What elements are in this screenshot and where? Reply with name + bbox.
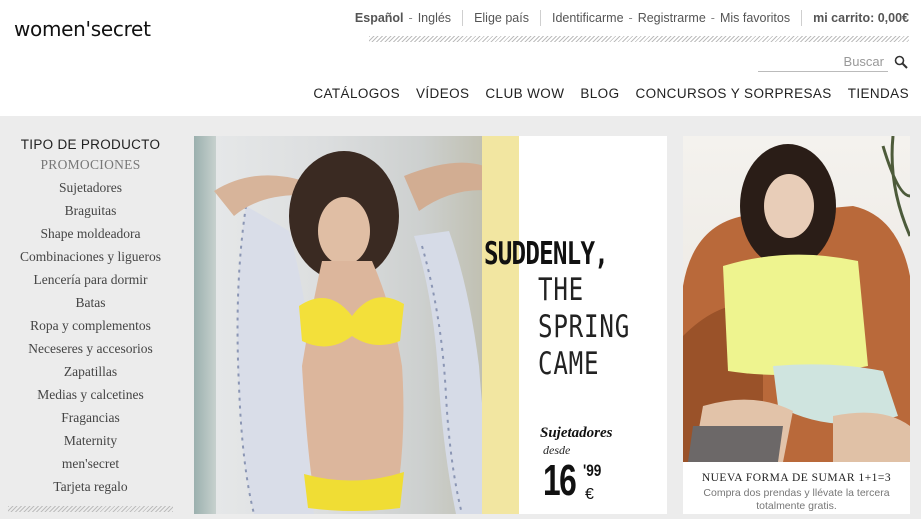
sidebar-item-combinaciones[interactable]: Combinaciones y ligueros [8,245,173,268]
hero-model-photo [194,136,519,514]
sidebar-item-maternity[interactable]: Maternity [8,429,173,452]
sidebar-item-braguitas[interactable]: Braguitas [8,199,173,222]
sidebar-list: PROMOCIONES Sujetadores Braguitas Shape … [8,153,173,498]
lang-other-link[interactable]: Inglés [418,11,451,25]
hero-headline-line4: CAME [538,346,600,382]
sidebar-item-sujetadores[interactable]: Sujetadores [8,176,173,199]
cart-link[interactable]: mi carrito: 0,00€ [813,11,909,25]
dash-separator: - [628,11,633,25]
product-type-sidebar: TIPO DE PRODUCTO PROMOCIONES Sujetadores… [8,136,173,498]
nav-item-blog[interactable]: BLOG [580,86,619,101]
hero-price-currency: € [585,486,594,503]
divider [462,10,464,26]
promo-caption: NUEVA FORMA DE SUMAR 1+1=3 Compra dos pr… [683,462,910,514]
sidebar-item-ropa[interactable]: Ropa y complementos [8,314,173,337]
sidebar-item-fragancias[interactable]: Fragancias [8,406,173,429]
utility-bar: Español - Inglés Elige país Identificarm… [355,10,909,26]
site-header: women'secret Español - Inglés Elige país… [0,0,921,116]
nav-item-concursos[interactable]: CONCURSOS Y SORPRESAS [635,86,831,101]
nav-item-club-wow[interactable]: CLUB WOW [485,86,564,101]
promo-model-photo [683,136,910,462]
dash-separator: - [408,11,413,25]
sidebar-title: TIPO DE PRODUCTO [20,137,161,152]
accent-stripe [482,136,519,514]
sidebar-item-shape[interactable]: Shape moldeadora [8,222,173,245]
search-icon[interactable] [894,55,908,69]
hero-headline-line2: THE [538,272,585,308]
main-navigation: CATÁLOGOS VÍDEOS CLUB WOW BLOG CONCURSOS… [297,86,909,101]
decorative-hatch-line [8,506,173,512]
sidebar-item-neceseres[interactable]: Neceseres y accesorios [8,337,173,360]
language-switcher: Español - Inglés [355,11,451,25]
sidebar-item-mensecret[interactable]: men'secret [8,452,173,475]
nav-item-tiendas[interactable]: TIENDAS [848,86,909,101]
promo-card[interactable]: NUEVA FORMA DE SUMAR 1+1=3 Compra dos pr… [683,136,910,514]
lang-current-link[interactable]: Español [355,11,404,25]
sidebar-item-batas[interactable]: Batas [8,291,173,314]
dash-separator: - [710,11,715,25]
promo-description: Compra dos prendas y llévate la tercera … [703,487,890,512]
nav-item-catalogos[interactable]: CATÁLOGOS [313,86,400,101]
register-link[interactable]: Registrarme [638,11,706,25]
login-link[interactable]: Identificarme [552,11,624,25]
brand-logo[interactable]: women'secret [14,17,151,41]
model-silhouette-image [214,151,494,514]
search-input[interactable] [758,52,888,72]
hero-headline-line3: SPRING [538,309,631,345]
divider [801,10,803,26]
hero-price-decimals: '99 [583,461,602,480]
favorites-link[interactable]: Mis favoritos [720,11,790,25]
sidebar-item-lenceria[interactable]: Lencería para dormir [8,268,173,291]
country-link[interactable]: Elige país [474,11,529,25]
nav-item-videos[interactable]: VÍDEOS [416,86,469,101]
sidebar-item-promociones[interactable]: PROMOCIONES [8,153,173,176]
sidebar-item-tarjeta-regalo[interactable]: Tarjeta regalo [8,475,173,498]
sidebar-item-zapatillas[interactable]: Zapatillas [8,360,173,383]
promo-model-image [683,136,910,462]
search-box [758,52,908,72]
sidebar-item-medias[interactable]: Medias y calcetines [8,383,173,406]
hero-product-label: Sujetadores [540,425,613,441]
divider [539,10,541,26]
decorative-hatch-line [369,36,909,42]
hero-price-integer: 16 [543,456,577,505]
hero-banner[interactable]: SUDDENLY, THE SPRING CAME Sujetadores de… [194,136,667,514]
promo-title: NUEVA FORMA DE SUMAR 1+1=3 [701,472,892,484]
hero-headline-line1: SUDDENLY, [484,236,609,272]
account-links: Identificarme - Registrarme - Mis favori… [552,11,790,25]
